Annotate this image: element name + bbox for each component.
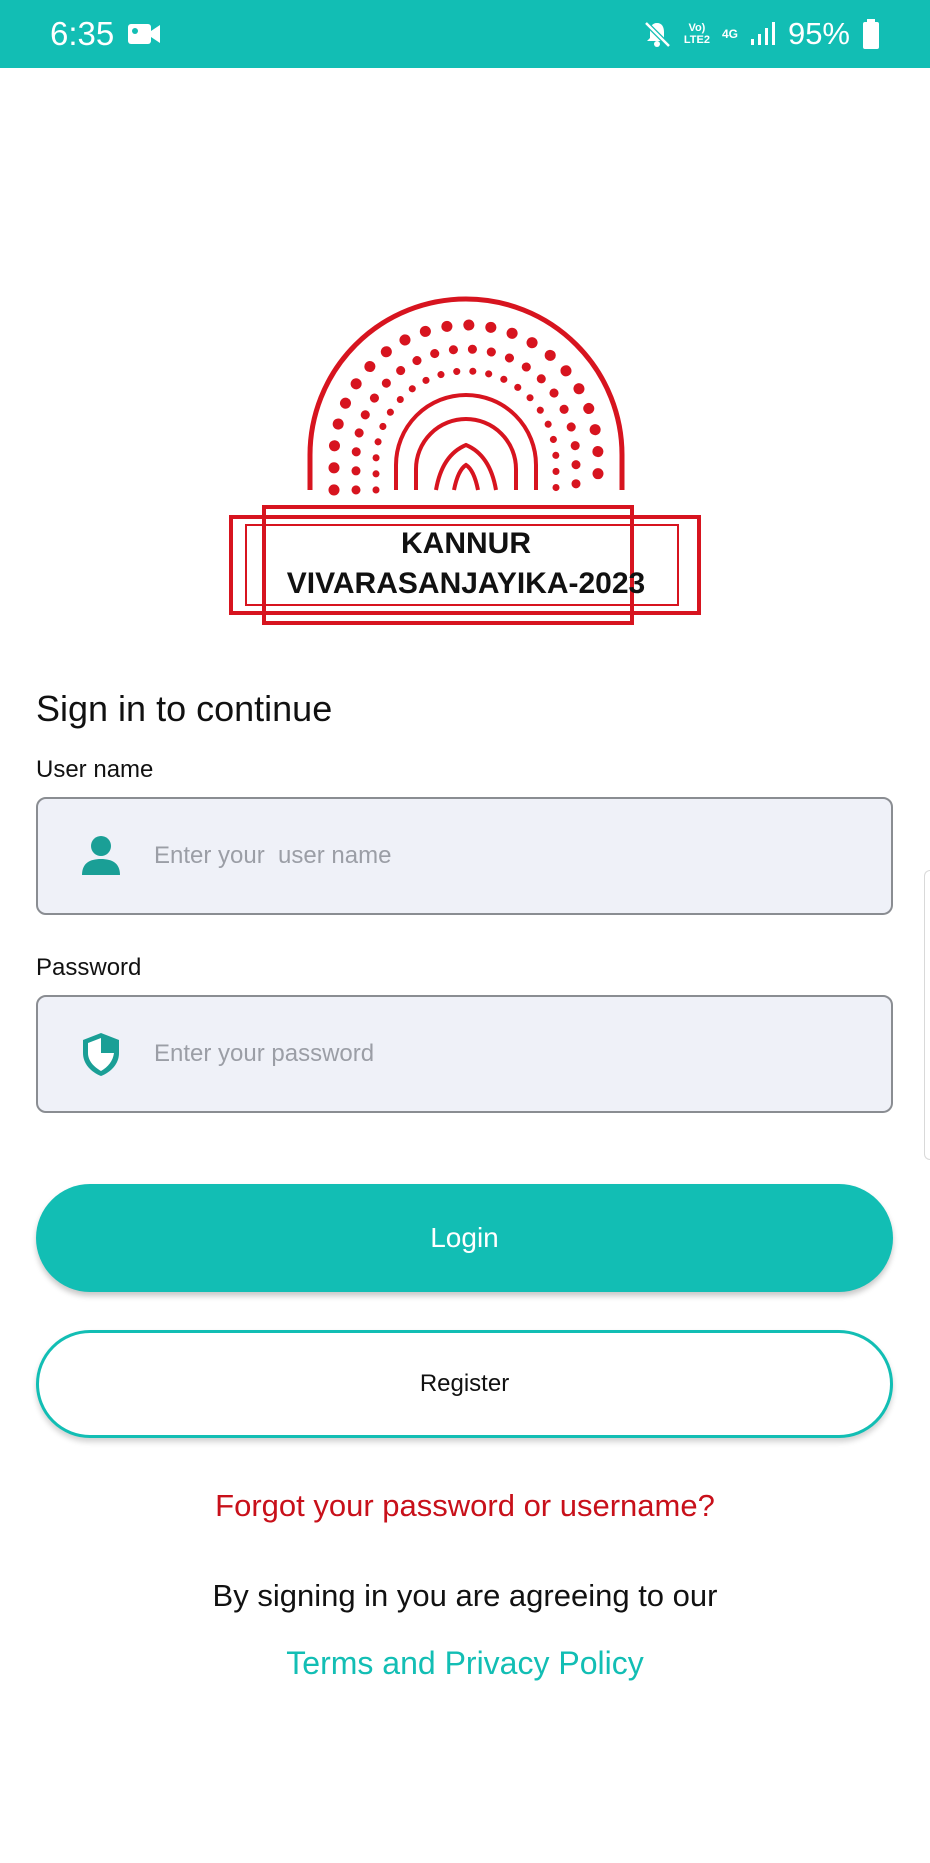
username-label: User name — [36, 756, 154, 783]
network-type: 4G — [721, 27, 738, 41]
forgot-credentials-link[interactable]: Forgot your password or username? — [0, 1488, 930, 1524]
login-button[interactable]: Login — [36, 1184, 893, 1292]
status-time: 6:35 — [50, 15, 115, 52]
username-field[interactable] — [36, 797, 893, 915]
mute-icon — [644, 21, 671, 48]
logo-line-1: KANNUR — [401, 527, 531, 560]
password-field[interactable] — [36, 995, 893, 1113]
app-logo: KANNUR VIVARASANJAYIKA-2023 — [228, 295, 704, 635]
status-bar: 6:35 Vo) LTE2 4G 95% — [0, 0, 930, 68]
register-button[interactable]: Register — [36, 1330, 893, 1438]
network-top: Vo) — [688, 22, 706, 34]
username-input[interactable] — [154, 842, 891, 870]
terms-privacy-link[interactable]: Terms and Privacy Policy — [0, 1645, 930, 1682]
battery-icon — [863, 19, 879, 49]
password-label: Password — [36, 954, 142, 981]
network-badge: Vo) LTE2 — [684, 22, 710, 46]
shield-icon — [83, 1033, 119, 1076]
status-left: 6:35 — [50, 15, 162, 53]
page-title: Sign in to continue — [36, 688, 333, 729]
network-bottom: LTE2 — [683, 34, 710, 46]
battery-percent: 95% — [787, 16, 850, 51]
signal-icon — [750, 22, 775, 45]
password-input[interactable] — [154, 1040, 891, 1068]
agreement-text: By signing in you are agreeing to our — [212, 1578, 718, 1613]
status-right: Vo) LTE2 4G 95% — [642, 16, 880, 52]
scroll-indicator — [924, 870, 930, 1160]
logo-line-2: VIVARASANJAYIKA-2023 — [286, 567, 646, 600]
video-camera-icon — [128, 24, 161, 44]
person-icon — [82, 836, 120, 875]
